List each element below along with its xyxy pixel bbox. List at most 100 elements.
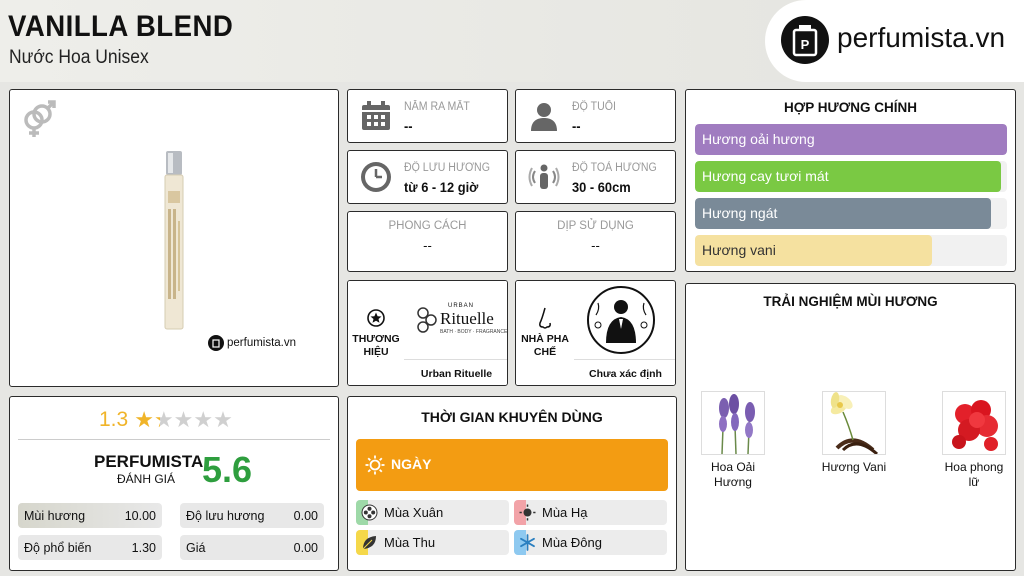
accord-bar-label: Hương cay tươi mát — [702, 168, 829, 184]
longevity-label: ĐỘ LƯU HƯƠNG — [404, 162, 490, 174]
spring-flower-icon — [361, 504, 378, 521]
longevity-card: ĐỘ LƯU HƯƠNG từ 6 - 12 giờ — [347, 150, 508, 204]
occasion-card: DỊP SỬ DỤNG -- — [515, 211, 676, 272]
season-winter[interactable]: Mùa Đông — [514, 530, 667, 555]
note-geranium[interactable]: Hoa phong lữ — [941, 391, 1007, 490]
note-vanilla-name-line1: Hương Vani — [821, 460, 887, 474]
perfumista-score: 5.6 — [202, 449, 253, 490]
release-year-value: -- — [404, 118, 413, 134]
brand-logo-sub: BATH · BODY · FRAGRANCE — [440, 329, 508, 335]
star-icon[interactable]: ★ — [134, 408, 154, 431]
summer-sun-icon — [519, 504, 536, 521]
clock-icon — [361, 162, 391, 192]
star-icon[interactable]: ★ — [154, 408, 174, 431]
stat-scent-label: Mùi hương — [24, 509, 86, 523]
product-image-card: perfumista.vn — [9, 89, 339, 387]
summer-label: Mùa Hạ — [542, 505, 588, 520]
note-lavender[interactable]: Hoa Oải Hương — [700, 391, 766, 490]
product-subtitle: Nước Hoa Unisex — [9, 47, 149, 68]
brand-logo-image: URBAN Rituelle BATH · BODY · FRAGRANCE — [404, 281, 508, 359]
autumn-leaf-icon — [362, 536, 376, 550]
winter-label: Mùa Đông — [542, 535, 602, 550]
star-icon[interactable]: ★ — [193, 408, 213, 431]
day-label: NGÀY — [391, 456, 432, 472]
sun-icon — [365, 455, 385, 475]
sillage-value: 30 - 60cm — [572, 179, 631, 195]
unisex-gender-icon — [20, 98, 56, 143]
brand-logo-main: Rituelle — [440, 309, 494, 328]
note-geranium-name-line1: Hoa phong — [944, 460, 1004, 474]
release-year-card: NĂM RA MẮT -- — [347, 89, 508, 143]
star-rating: ★★★★★ — [134, 408, 233, 432]
perfumer-name: Chưa xác định — [589, 368, 662, 380]
style-value: -- — [423, 238, 432, 253]
header: VANILLA BLEND Nước Hoa Unisex P perfumis… — [0, 0, 1024, 82]
watermark-text: perfumista.vn — [227, 337, 297, 349]
star-icon[interactable]: ★ — [174, 408, 194, 431]
occasion-value: -- — [591, 238, 600, 253]
accords-title: HỢP HƯƠNG CHÍNH — [784, 100, 917, 115]
note-vanilla[interactable]: Hương Vani — [821, 391, 887, 475]
brand-logo-text: perfumista.vn — [837, 22, 1006, 53]
sillage-icon — [528, 164, 560, 189]
perfume-bottle-watermark-icon — [208, 335, 224, 351]
age-card: ĐỘ TUỔI -- — [515, 89, 676, 143]
stat-scent: Mùi hương 10.00 — [18, 503, 162, 528]
scent-experience-card: TRẢI NGHIỆM MÙI HƯƠNG Hoa Oải Hương Hươn… — [685, 283, 1016, 571]
perfumer-label-line1: NHÀ PHA — [521, 333, 569, 345]
geranium-image — [942, 391, 1006, 455]
age-label: ĐỘ TUỔI — [572, 101, 616, 113]
accord-bar-label: Hương vani — [702, 242, 776, 258]
calendar-icon — [362, 101, 390, 130]
brand-label-area: THƯƠNG HIỆU — [348, 281, 404, 385]
perfume-bottle-image — [163, 151, 185, 336]
divider — [18, 439, 330, 440]
brand-logo[interactable]: P perfumista.vn — [765, 0, 1024, 82]
accord-bar: Hương ngát — [695, 198, 1007, 229]
watermark: perfumista.vn — [208, 335, 296, 351]
user-rating[interactable]: 1.3 ★★★★★ — [99, 408, 233, 432]
usage-title: THỜI GIAN KHUYÊN DÙNG — [421, 409, 603, 425]
season-spring[interactable]: Mùa Xuân — [356, 500, 509, 525]
experience-title: TRẢI NGHIỆM MÙI HƯƠNG — [763, 294, 938, 309]
brand-name: Urban Rituelle — [420, 368, 493, 380]
vanilla-image — [822, 391, 886, 455]
longevity-value: từ 6 - 12 giờ — [404, 179, 479, 195]
stat-price: Giá 0.00 — [180, 535, 324, 560]
stat-price-value: 0.00 — [293, 541, 318, 555]
accord-bar: Hương cay tươi mát — [695, 161, 1007, 192]
perfumer-label-area: NHÀ PHA CHẾ — [516, 281, 574, 385]
brand-label-line2: HIỆU — [363, 346, 389, 358]
stat-longevity-label: Độ lưu hương — [186, 509, 265, 523]
autumn-label: Mùa Thu — [384, 535, 436, 550]
lavender-image — [701, 391, 765, 455]
brand-label-line1: THƯƠNG — [352, 333, 400, 345]
stat-longevity-value: 0.00 — [293, 509, 318, 523]
sillage-label: ĐỘ TOẢ HƯƠNG — [572, 162, 657, 174]
day-usage-bar[interactable]: NGÀY — [356, 439, 668, 491]
spiral-logo-icon — [417, 307, 437, 333]
season-autumn[interactable]: Mùa Thu — [356, 530, 509, 555]
season-summer[interactable]: Mùa Hạ — [514, 500, 667, 525]
nose-icon — [539, 307, 551, 329]
perfumer-avatar — [586, 285, 656, 360]
perfumer-card[interactable]: NHÀ PHA CHẾ Chưa xác định — [515, 280, 676, 386]
stat-price-label: Giá — [186, 541, 206, 555]
product-title: VANILLA BLEND — [8, 10, 234, 43]
person-icon — [531, 103, 557, 131]
brand-card[interactable]: THƯƠNG HIỆU URBAN Rituelle BATH · BODY ·… — [347, 280, 508, 386]
stat-popularity-value: 1.30 — [131, 541, 156, 555]
note-lavender-name-line1: Hoa Oải — [710, 460, 756, 474]
evaluation-label: ĐÁNH GIÁ — [117, 472, 176, 486]
accord-bar-label: Hương oải hương — [702, 131, 815, 147]
perfumista-label: PERFUMISTA — [94, 452, 204, 471]
user-rating-score: 1.3 — [99, 408, 129, 431]
sillage-card: ĐỘ TOẢ HƯƠNG 30 - 60cm — [515, 150, 676, 204]
winter-snowflake-icon — [520, 534, 535, 551]
age-value: -- — [572, 118, 581, 134]
svg-text:P: P — [801, 37, 810, 52]
star-icon[interactable]: ★ — [213, 408, 233, 431]
accord-bar-label: Hương ngát — [702, 205, 778, 221]
note-lavender-name-line2: Hương — [714, 475, 752, 489]
style-card: PHONG CÁCH -- — [347, 211, 508, 272]
